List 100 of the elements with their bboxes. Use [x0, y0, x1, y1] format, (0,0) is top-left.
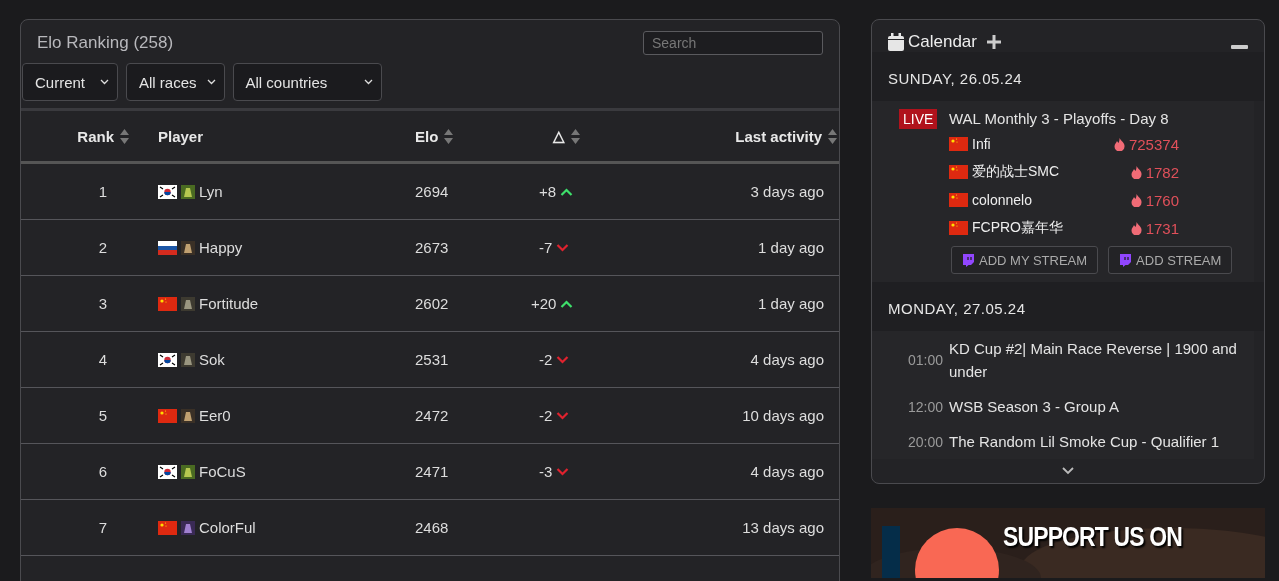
column-header[interactable]: Player [158, 127, 204, 145]
banner-text: SUPPORT US ON [1003, 522, 1182, 553]
fire-icon [1130, 193, 1142, 207]
race-icon [181, 296, 195, 311]
player-name[interactable]: Eer0 [199, 407, 231, 424]
viewer-count: 1760 [1145, 191, 1179, 209]
flag-icon [158, 408, 177, 423]
flag-icon [158, 240, 177, 255]
sort-icon[interactable] [444, 128, 454, 144]
last-activity-cell-text: 1 day ago [758, 239, 825, 256]
fire-icon [1130, 165, 1142, 179]
flag-icon [158, 464, 177, 479]
player-name[interactable]: ColorFul [199, 519, 256, 536]
elo-cell-text: 2468 [414, 519, 449, 536]
last-activity-cell-text: 4 days ago [750, 463, 825, 480]
rank-cell-text: 7 [98, 519, 108, 536]
flag-icon [158, 520, 177, 535]
player-name[interactable]: Lyn [199, 183, 223, 200]
last-activity-cell-text: 10 days ago [742, 407, 825, 424]
search-field[interactable]: Search [643, 31, 823, 55]
calendar-icon [888, 33, 904, 51]
race-icon [181, 352, 195, 367]
delta-cell: +20 [531, 295, 557, 312]
player-name[interactable]: Fortitude [199, 295, 259, 312]
fire-icon [1113, 137, 1125, 151]
rank-cell-text: 3 [98, 295, 108, 312]
add-stream-button[interactable]: ADD STREAM [1108, 246, 1233, 274]
event-title[interactable]: WAL Monthly 3 - Playoffs - Day 8 [949, 107, 1238, 130]
panel-title: Elo Ranking (258) [37, 33, 174, 53]
last-activity-cell-text: 1 day ago [758, 295, 825, 312]
stream-name[interactable]: FCPRO嘉年华 [972, 219, 1063, 237]
chevron-down-icon[interactable] [1062, 467, 1074, 475]
column-header[interactable]: Last activity [735, 127, 822, 145]
live-badge: LIVE [899, 108, 938, 129]
viewer-count: 725374 [1128, 135, 1179, 153]
flag-icon [949, 221, 968, 235]
rank-cell-text: 4 [98, 351, 108, 368]
event-title[interactable]: WSB Season 3 - Group A [949, 395, 1238, 418]
plus-icon[interactable] [987, 35, 1001, 49]
twitch-icon [962, 253, 975, 267]
flag-icon [158, 352, 177, 367]
day-heading: SUNDAY, 26.05.24 [872, 52, 1264, 101]
event-title[interactable]: KD Cup #2| Main Race Reverse | 1900 and under [949, 337, 1238, 383]
flag-icon [949, 165, 968, 179]
last-activity-cell-text: 3 days ago [750, 183, 825, 200]
delta-cell: -2 [539, 351, 553, 368]
event-time: 01:00 [907, 352, 943, 368]
stream-name[interactable]: 爱的战士SMC [972, 163, 1060, 181]
elo-cell-text: 2531 [414, 351, 449, 368]
elo-cell-text: 2472 [414, 407, 449, 424]
rank-cell-text: 2 [98, 239, 108, 256]
flag-icon [158, 296, 177, 311]
rank-cell-text: 6 [98, 463, 108, 480]
player-name[interactable]: Sok [199, 351, 225, 368]
twitch-icon [1119, 253, 1133, 267]
delta-cell: +8 [539, 183, 557, 200]
event-title[interactable]: The Random Lil Smoke Cup - Qualifier 1 [949, 430, 1238, 453]
event-time: 12:00 [907, 398, 943, 415]
viewer-count: 1782 [1145, 163, 1179, 181]
stream-name[interactable]: colonnelo [972, 192, 1032, 208]
last-activity-cell-text: 13 days ago [742, 519, 825, 536]
elo-cell-text: 2471 [414, 463, 449, 480]
filter-dropdown[interactable]: Current [22, 63, 118, 101]
caret-icon [100, 79, 109, 85]
race-icon [181, 520, 195, 535]
calendar-title: Calendar [908, 32, 977, 52]
filter-dropdown[interactable]: All countries [232, 63, 382, 101]
day-heading: MONDAY, 27.05.24 [872, 282, 1264, 331]
race-icon [181, 240, 195, 255]
column-header[interactable]: △ [552, 127, 565, 145]
rank-cell-text: 5 [98, 407, 108, 424]
flag-icon [158, 184, 177, 199]
race-icon [181, 408, 195, 423]
viewer-count: 1731 [1145, 219, 1179, 237]
caret-icon [206, 79, 216, 85]
delta-cell: -7 [539, 239, 553, 256]
delta-cell: -3 [539, 463, 553, 480]
race-icon [181, 464, 195, 479]
race-icon [181, 184, 195, 199]
flag-icon [949, 193, 968, 207]
delta-cell: -2 [539, 407, 553, 424]
stream-name[interactable]: Infi [972, 136, 991, 152]
player-name[interactable]: Happy [199, 239, 243, 256]
column-header[interactable]: Rank [77, 127, 114, 145]
rank-cell-text: 1 [98, 183, 108, 200]
sort-icon[interactable] [828, 128, 837, 144]
fire-icon [1130, 221, 1142, 235]
elo-cell-text: 2673 [414, 239, 449, 256]
event-time: 20:00 [907, 433, 943, 450]
add-stream-button[interactable]: ADD MY STREAM [951, 246, 1099, 274]
sort-icon[interactable] [570, 128, 580, 144]
last-activity-cell-text: 4 days ago [750, 351, 825, 368]
column-header[interactable]: Elo [415, 127, 439, 145]
flag-icon [949, 137, 968, 151]
sort-icon[interactable] [120, 128, 129, 144]
caret-icon [363, 79, 373, 85]
filter-dropdown[interactable]: All races [126, 63, 225, 101]
elo-cell-text: 2602 [414, 295, 449, 312]
player-name[interactable]: FoCuS [199, 463, 246, 480]
elo-cell-text: 2694 [414, 183, 449, 200]
